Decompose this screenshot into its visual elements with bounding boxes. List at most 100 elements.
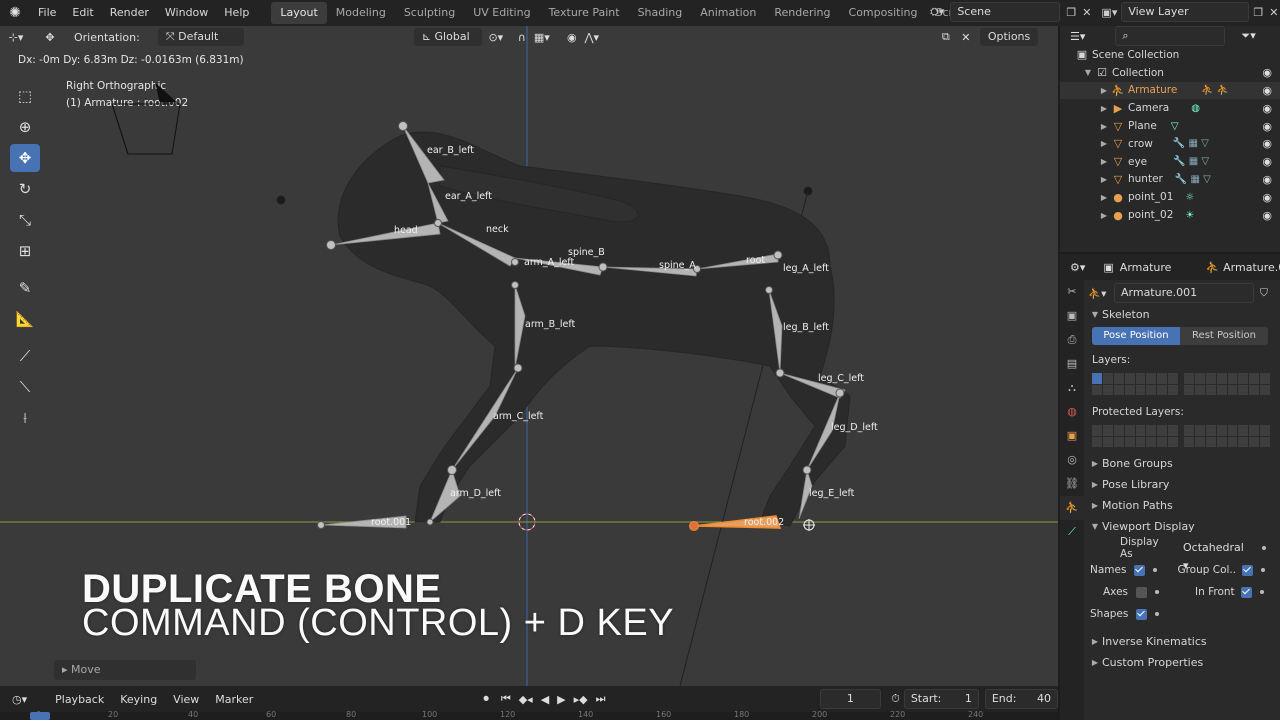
tab-sculpting[interactable]: Sculpting: [395, 2, 464, 24]
outliner-search[interactable]: ⌕: [1115, 26, 1226, 46]
scene-field[interactable]: Scene: [950, 2, 1061, 22]
tab-modeling[interactable]: Modeling: [327, 2, 395, 24]
bone-tab-icon[interactable]: ⟋: [1060, 520, 1084, 544]
layers-grid[interactable]: [1092, 373, 1276, 395]
tab-compositing[interactable]: Compositing: [840, 2, 927, 24]
prev-key-icon[interactable]: ◆◂: [515, 693, 537, 706]
constraint-tab-icon[interactable]: ⛓: [1060, 472, 1084, 496]
expand-arrow-icon[interactable]: ▶: [1098, 211, 1110, 220]
remove-scene-icon[interactable]: ✕: [1082, 6, 1091, 19]
new-scene-icon[interactable]: ❐: [1066, 6, 1076, 19]
view-layer-tab-icon[interactable]: ▤: [1060, 352, 1084, 376]
expand-arrow-icon[interactable]: ▶: [1098, 104, 1110, 113]
tab-layout[interactable]: Layout: [271, 2, 327, 24]
clock-icon[interactable]: ⏱: [891, 692, 900, 706]
properties-editor-icon[interactable]: ⚙▾: [1070, 261, 1085, 274]
scene-collection-row[interactable]: ▣ Scene Collection: [1060, 46, 1280, 64]
render-tab-icon[interactable]: ▣: [1060, 304, 1084, 328]
menu-edit[interactable]: Edit: [64, 0, 101, 26]
operator-panel[interactable]: ▸ Move: [54, 660, 196, 680]
layer-grid-b[interactable]: [1184, 373, 1270, 395]
outliner-item-armature[interactable]: ▶ ⛹ Armature ⛹ ⛹ ◉: [1060, 81, 1280, 100]
play-reverse-icon[interactable]: ◀: [537, 693, 553, 706]
layer-grid-a[interactable]: [1092, 373, 1178, 395]
protected-grid-b[interactable]: [1184, 425, 1270, 447]
modifier-icon[interactable]: 🔧 ▦ ▽: [1175, 174, 1211, 185]
menu-help[interactable]: Help: [216, 0, 257, 26]
transform-tool-icon[interactable]: ⊞: [10, 237, 40, 265]
eye-icon[interactable]: ◉: [1262, 66, 1272, 79]
play-icon[interactable]: ▶: [553, 693, 569, 706]
display-as-dropdown[interactable]: Octahedral ▾: [1176, 538, 1254, 572]
protected-layers-grid[interactable]: [1092, 425, 1276, 447]
panel-skeleton[interactable]: ▼ Skeleton: [1088, 304, 1276, 325]
outliner-editor-icon[interactable]: ☰▾: [1070, 30, 1085, 43]
panel-pose-library[interactable]: ▶ Pose Library: [1088, 474, 1276, 495]
eye-icon[interactable]: ◉: [1262, 191, 1272, 204]
eye-icon[interactable]: ◉: [1262, 173, 1272, 186]
view-layer-icon[interactable]: ▣▾: [1101, 6, 1117, 19]
view-layer-field[interactable]: View Layer: [1121, 2, 1250, 22]
panel-inverse-kinematics[interactable]: ▶ Inverse Kinematics: [1088, 631, 1276, 652]
shapes-checkbox[interactable]: [1136, 608, 1148, 620]
next-key-icon[interactable]: ▸◆: [570, 693, 592, 706]
outliner-item-crow[interactable]: ▶ ▽ crow 🔧 ▦ ▽ ◉: [1060, 135, 1280, 153]
scene-tab-icon[interactable]: ⛬: [1060, 376, 1084, 400]
mesh-data-icon[interactable]: ▽: [1171, 121, 1179, 132]
axes-checkbox[interactable]: [1136, 586, 1148, 598]
keyframe-dot-icon[interactable]: [1153, 568, 1158, 572]
record-icon[interactable]: ⏺: [475, 692, 497, 706]
output-tab-icon[interactable]: ⎙: [1060, 328, 1084, 352]
tab-rendering[interactable]: Rendering: [765, 2, 839, 24]
panel-bone-groups[interactable]: ▶ Bone Groups: [1088, 453, 1276, 474]
keying-menu[interactable]: Keying: [112, 693, 165, 706]
cursor-tool-icon[interactable]: ⊕: [10, 113, 40, 141]
panel-custom-properties[interactable]: ▶ Custom Properties: [1088, 652, 1276, 673]
eye-icon[interactable]: ◉: [1262, 137, 1272, 150]
collection-row[interactable]: ▼ ☑ Collection ◉: [1060, 64, 1280, 82]
collection-checkbox-icon[interactable]: ☑: [1094, 66, 1110, 79]
outliner-item-eye[interactable]: ▶ ▽ eye 🔧 ▦ ▽ ◉: [1060, 153, 1280, 171]
in-front-checkbox[interactable]: [1240, 586, 1252, 598]
world-tab-icon[interactable]: ◍: [1060, 400, 1084, 424]
keyframe-dot-icon[interactable]: [1262, 546, 1266, 550]
jump-start-icon[interactable]: ⏮: [497, 692, 515, 706]
expand-arrow-icon[interactable]: ▶: [1098, 139, 1110, 148]
fake-user-icon[interactable]: ⛉: [1260, 287, 1268, 300]
panel-motion-paths[interactable]: ▶ Motion Paths: [1088, 495, 1276, 516]
timeline-ruler[interactable]: 0 20 40 60 80 100 120 140 160 180 200 22…: [0, 710, 1058, 720]
outliner-item-plane[interactable]: ▶ ▽ Plane ▽ ◉: [1060, 117, 1280, 135]
data-block-name-field[interactable]: Armature.001: [1114, 283, 1254, 303]
outliner-item-point-01[interactable]: ▶ ● point_01 ☼ ◉: [1060, 188, 1280, 206]
playback-menu[interactable]: Playback: [47, 693, 112, 706]
menu-render[interactable]: Render: [102, 0, 157, 26]
pose-position-button[interactable]: Pose Position: [1092, 327, 1180, 345]
expand-arrow-icon[interactable]: ▶: [1098, 175, 1110, 184]
keyframe-dot-icon[interactable]: [1155, 590, 1160, 594]
rest-position-button[interactable]: Rest Position: [1180, 327, 1268, 345]
tool-tab-icon[interactable]: ✂: [1060, 280, 1084, 304]
outliner-item-hunter[interactable]: ▶ ▽ hunter 🔧 ▦ ▽ ◉: [1060, 171, 1280, 189]
light-data-icon[interactable]: ☼: [1185, 192, 1194, 203]
keyframe-dot-icon[interactable]: [1261, 568, 1266, 572]
bone-size-tool-icon[interactable]: ⟍: [10, 373, 40, 401]
outliner-item-camera[interactable]: ▶ ▶ Camera ◍ ◉: [1060, 99, 1280, 117]
eye-icon[interactable]: ◉: [1262, 155, 1272, 168]
move-tool-icon[interactable]: ✥: [10, 144, 40, 172]
scene-icon[interactable]: ⛭▾: [930, 5, 944, 19]
current-frame-marker[interactable]: [30, 712, 50, 720]
object-tab-icon[interactable]: ▣: [1060, 424, 1084, 448]
outliner-item-point-02[interactable]: ▶ ● point_02 ☀ ◉: [1060, 206, 1280, 224]
group-colors-checkbox[interactable]: [1242, 564, 1254, 576]
keyframe-dot-icon[interactable]: [1155, 612, 1160, 616]
view-menu[interactable]: View: [165, 693, 207, 706]
roll-tool-icon[interactable]: ⟋: [10, 342, 40, 370]
tab-texture-paint[interactable]: Texture Paint: [540, 2, 629, 24]
pose-icon[interactable]: ⛹ ⛹: [1201, 85, 1229, 96]
camera-data-icon[interactable]: ◍: [1191, 103, 1200, 114]
tab-animation[interactable]: Animation: [691, 2, 765, 24]
menu-file[interactable]: File: [30, 0, 64, 26]
scale-tool-icon[interactable]: ⤡: [10, 206, 40, 234]
jump-end-icon[interactable]: ⏭: [592, 692, 610, 706]
timeline-editor-icon[interactable]: ◷▾: [4, 693, 35, 706]
